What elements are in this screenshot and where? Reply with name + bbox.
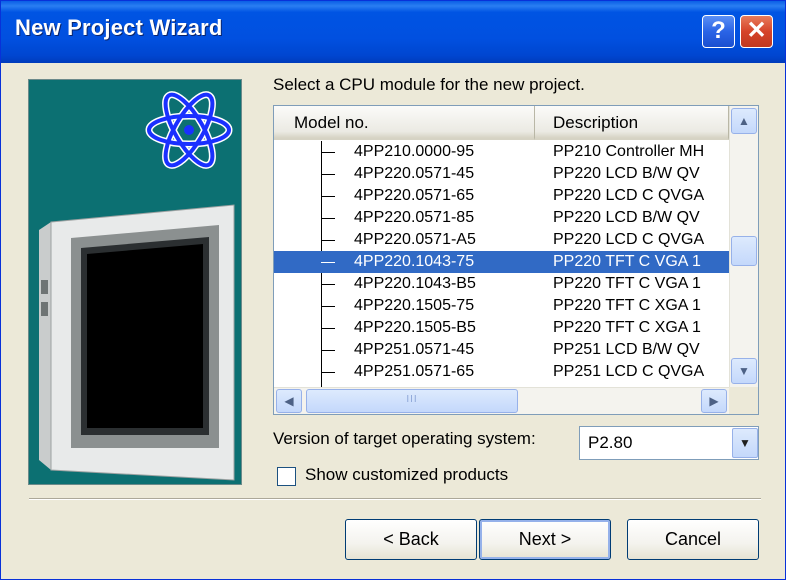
tree-branch-line [321,372,335,373]
cell-model-no: 4PP220.0571-A5 [354,231,476,248]
cancel-button[interactable]: Cancel [627,519,759,560]
table-row[interactable]: 4PP210.0000-95 PP210 Controller MH [274,141,729,163]
cell-description: PP220 LCD B/W QV [553,165,700,182]
table-row[interactable]: 4PP220.1043-B5 PP220 TFT C VGA 1 [274,273,729,295]
cell-description: PP251 LCD B/W QV [553,341,700,358]
button-separator [29,498,761,500]
dropdown-button[interactable]: ▼ [732,428,758,458]
scroll-left-button[interactable]: ◀ [276,389,302,413]
cell-model-no: 4PP220.0571-45 [354,165,475,182]
vertical-scrollbar[interactable]: ▲ ▼ [729,106,758,387]
panel-pc-image [39,204,235,481]
cell-description: PP220 TFT C XGA 1 [553,297,701,314]
vertical-scroll-thumb[interactable] [731,236,757,266]
cell-model-no: 4PP220.0571-85 [354,209,475,226]
table-row[interactable]: 4PP251.0571-65 PP251 LCD C QVGA [274,361,729,383]
show-customized-label[interactable]: Show customized products [305,465,508,485]
cell-description: PP220 TFT C VGA 1 [553,275,701,292]
table-row[interactable]: 4PP251.0571-45 PP251 LCD B/W QV [274,339,729,361]
arrow-down-icon: ▼ [738,364,750,378]
wizard-window: New Project Wizard ? ✕ Select a CPU modu… [0,0,786,580]
scroll-down-button[interactable]: ▼ [731,358,757,384]
cell-description: PP220 TFT C XGA 1 [553,319,701,336]
close-button[interactable]: ✕ [740,15,773,48]
scroll-up-button[interactable]: ▲ [731,108,757,134]
tree-branch-line [321,240,335,241]
column-header-description[interactable]: Description [535,106,729,140]
cell-model-no: 4PP251.0571-45 [354,341,475,358]
tree-branch-line [321,174,335,175]
cell-description: PP210 Controller MH [553,143,705,160]
grip-icon: III [406,394,418,405]
wizard-side-panel [28,79,242,485]
close-icon: ✕ [746,17,767,44]
scroll-right-button[interactable]: ▶ [701,389,727,413]
cell-model-no: 4PP251.0571-65 [354,363,475,380]
list-rows: 4PP210.0000-95 PP210 Controller MH 4PP220.… [274,141,729,387]
help-icon: ? [711,17,726,44]
horizontal-scrollbar[interactable]: ◀ III ▶ [274,387,758,414]
os-version-select[interactable]: P2.80 ▼ [579,426,759,460]
os-version-value: P2.80 [588,433,633,452]
cpu-module-list[interactable]: Model no. Description 4PP210.0000-95 PP21… [273,105,759,415]
tree-branch-line [321,196,335,197]
table-row[interactable]: 4PP220.0571-45 PP220 LCD B/W QV [274,163,729,185]
column-header-model[interactable]: Model no. [274,106,535,140]
table-row[interactable]: 4PP220.1505-B5 PP220 TFT C XGA 1 [274,317,729,339]
cell-model-no: 4PP220.1505-75 [354,297,475,314]
side-panel-art [39,91,235,481]
tree-branch-line [321,328,335,329]
atom-icon [145,91,233,169]
next-button[interactable]: Next > [479,519,611,560]
cell-model-no: 4PP220.1043-B5 [354,275,476,292]
table-row[interactable]: 4PP220.0571-65 PP220 LCD C QVGA [274,185,729,207]
cell-description: PP220 LCD C QVGA [553,187,705,204]
cell-description: PP220 TFT C VGA 1 [553,253,701,270]
arrow-up-icon: ▲ [738,114,750,128]
show-customized-checkbox[interactable] [277,467,296,486]
window-title: New Project Wizard [15,15,223,40]
table-row[interactable]: 4PP220.1043-75 PP220 TFT C VGA 1 [274,251,729,273]
cell-description: PP251 LCD C QVGA [553,363,705,380]
cell-model-no: 4PP220.1043-75 [354,253,475,270]
cell-description: PP220 LCD B/W QV [553,209,700,226]
table-row[interactable]: 4PP220.0571-85 PP220 LCD B/W QV [274,207,729,229]
tree-branch-line [321,262,335,263]
cell-model-no: 4PP220.1505-B5 [354,319,476,336]
arrow-right-icon: ▶ [709,394,719,408]
title-bar[interactable]: New Project Wizard ? ✕ [1,1,785,63]
chevron-down-icon: ▼ [739,436,751,450]
tree-branch-line [321,218,335,219]
table-row[interactable]: 4PP220.1505-75 PP220 TFT C XGA 1 [274,295,729,317]
scrollbar-corner [729,387,758,414]
cell-description: PP220 LCD C QVGA [553,231,705,248]
help-button[interactable]: ? [702,15,735,48]
tree-branch-line [321,152,335,153]
back-button[interactable]: < Back [345,519,477,560]
horizontal-scroll-thumb[interactable]: III [306,389,518,413]
cell-model-no: 4PP220.0571-65 [354,187,475,204]
tree-branch-line [321,306,335,307]
tree-branch-line [321,284,335,285]
tree-branch-line [321,350,335,351]
arrow-left-icon: ◀ [284,394,294,408]
cell-model-no: 4PP210.0000-95 [354,143,475,160]
table-row[interactable]: 4PP220.0571-A5 PP220 LCD C QVGA [274,229,729,251]
select-cpu-prompt: Select a CPU module for the new project. [273,75,585,94]
os-version-label: Version of target operating system: [273,429,536,448]
